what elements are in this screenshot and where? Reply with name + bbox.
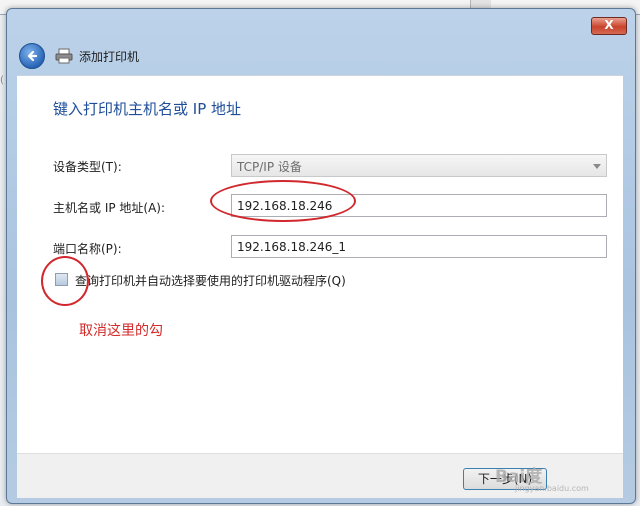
port-name-input[interactable]: [231, 235, 607, 258]
dialog-title: 添加打印机: [79, 49, 140, 64]
dialog-header: 添加打印机: [17, 39, 623, 73]
query-driver-checkbox-label[interactable]: 查询打印机并自动选择要使用的打印机驱动程序(Q): [75, 272, 346, 289]
annotation-note: 取消这里的勾: [79, 323, 163, 339]
dialog-content: 键入打印机主机名或 IP 地址 设备类型(T): TCP/IP 设备 主机名或 …: [17, 75, 623, 454]
highlight-ellipse-checkbox: [41, 256, 89, 306]
watermark-url: jingyan.baidu.com: [515, 484, 589, 493]
device-type-select: TCP/IP 设备: [231, 154, 607, 177]
page-heading: 键入打印机主机名或 IP 地址: [53, 100, 242, 118]
port-name-label: 端口名称(P):: [53, 242, 122, 256]
background-fragment: (: [0, 75, 4, 86]
device-type-label: 设备类型(T):: [53, 160, 122, 174]
highlight-ellipse-hostname: [210, 180, 356, 222]
close-button[interactable]: X: [591, 17, 627, 35]
chevron-down-icon: [593, 164, 601, 169]
back-button[interactable]: [19, 43, 45, 69]
device-type-value: TCP/IP 设备: [237, 160, 302, 174]
printer-icon: [55, 48, 73, 64]
add-printer-dialog: X 添加打印机 键入打印机主机名或 IP 地址 设备类型(T): TCP/IP …: [6, 8, 636, 504]
dialog-footer: 下一步(N) Bai度 jingyan.baidu.com: [17, 453, 623, 498]
back-arrow-icon: [27, 50, 38, 62]
hostname-label: 主机名或 IP 地址(A):: [53, 201, 166, 215]
